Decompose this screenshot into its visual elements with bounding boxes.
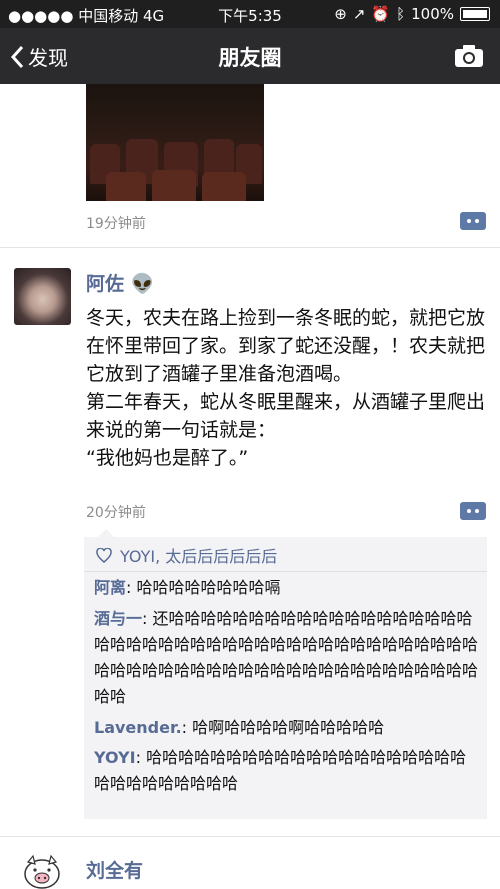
nav-bar: 发现 朋友圈 [0, 28, 500, 84]
comment[interactable]: 阿离: 哈哈哈哈哈哈哈哈嗝 [94, 575, 479, 601]
status-bar: ●●●●● 中国移动 4G 下午5:35 ⊕ ↗ ⏰ ᛒ 100% [0, 0, 500, 28]
arrow-icon: ↗ [352, 5, 366, 23]
camera-button[interactable] [454, 44, 484, 72]
avatar[interactable] [14, 268, 71, 325]
camera-icon [455, 45, 483, 67]
lock-rotation-icon: ⊕ [334, 5, 347, 23]
poster-name[interactable]: 刘全有 [86, 856, 143, 883]
moments-feed[interactable]: 19分钟前 阿佐 👽 冬天，农夫在路上捡到一条冬眠的蛇，就把它放在怀里带回了家。… [0, 84, 500, 889]
divider [0, 836, 500, 837]
battery-percent: 100% [411, 5, 454, 23]
divider [84, 571, 487, 572]
comment-author[interactable]: 阿离 [94, 578, 126, 597]
comment-text: : 哈哈哈哈哈哈哈哈嗝 [126, 578, 281, 597]
heart-icon [96, 547, 112, 563]
likes-names[interactable]: YOYI, 太后后后后后后 [120, 543, 277, 567]
comment-menu-icon[interactable] [460, 502, 486, 520]
post-text: 冬天，农夫在路上捡到一条冬眠的蛇，就把它放在怀里带回了家。到家了蛇还没醒，！农夫… [86, 307, 486, 469]
divider [0, 247, 500, 248]
alarm-icon: ⏰ [371, 5, 391, 23]
battery-icon [460, 7, 490, 21]
comment-author[interactable]: YOYI [94, 748, 136, 767]
poster-name[interactable]: 阿佐 👽 [86, 269, 154, 296]
comment[interactable]: 酒与一: 还哈哈哈哈哈哈哈哈哈哈哈哈哈哈哈哈哈哈哈哈哈哈哈哈哈哈哈哈哈哈哈哈哈哈… [94, 606, 479, 710]
status-icons: ⊕ ↗ ⏰ ᛒ 100% [334, 5, 490, 23]
comment[interactable]: Lavender.: 哈啊哈哈哈哈啊哈哈哈哈哈 [94, 715, 479, 741]
bluetooth-icon: ᛒ [396, 5, 406, 23]
comment-text: : 哈啊哈哈哈哈啊哈哈哈哈哈 [181, 718, 385, 737]
post-time: 19分钟前 [86, 216, 146, 232]
pig-avatar-icon[interactable] [22, 852, 62, 889]
post-photo[interactable] [86, 84, 264, 201]
comment-text: : 哈哈哈哈哈哈哈哈哈哈哈哈哈哈哈哈哈哈哈哈哈哈哈哈哈哈哈哈哈 [94, 748, 467, 793]
post-time: 20分钟前 [86, 505, 146, 521]
comment-author[interactable]: 酒与一 [94, 609, 142, 628]
likes-row: YOYI, 太后后后后后后 [96, 543, 277, 567]
comment[interactable]: YOYI: 哈哈哈哈哈哈哈哈哈哈哈哈哈哈哈哈哈哈哈哈哈哈哈哈哈哈哈哈哈 [94, 745, 479, 797]
comments-box: YOYI, 太后后后后后后 阿离: 哈哈哈哈哈哈哈哈嗝 酒与一: 还哈哈哈哈哈哈… [84, 529, 487, 819]
comment-author[interactable]: Lavender. [94, 718, 182, 737]
comment-menu-icon[interactable] [460, 212, 486, 230]
comment-text: : 还哈哈哈哈哈哈哈哈哈哈哈哈哈哈哈哈哈哈哈哈哈哈哈哈哈哈哈哈哈哈哈哈哈哈哈哈哈… [94, 609, 479, 706]
page-title: 朋友圈 [218, 46, 282, 70]
